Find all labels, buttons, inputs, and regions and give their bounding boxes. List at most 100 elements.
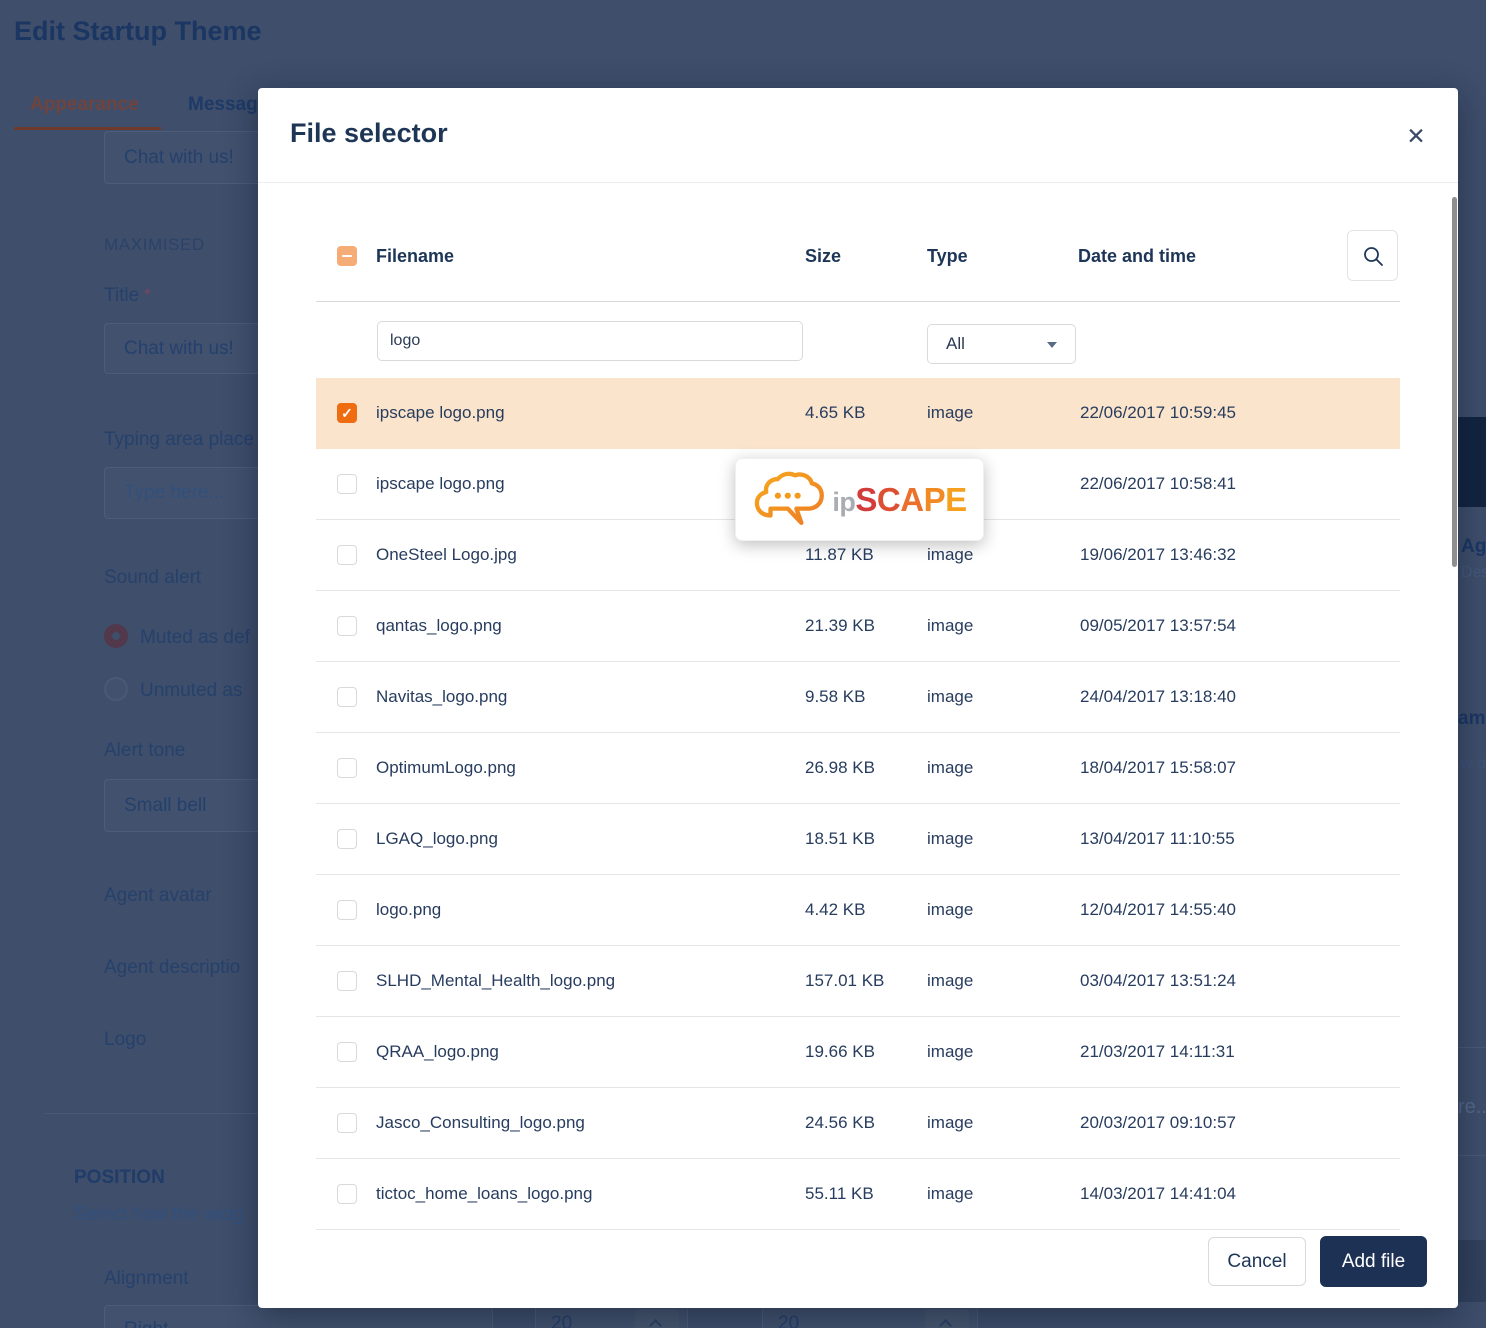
row-checkbox[interactable]: ✓: [337, 971, 357, 991]
radio-muted: [104, 624, 128, 648]
cell-filename: ipscape logo.png: [376, 403, 505, 422]
modal-title: File selector: [290, 118, 448, 148]
row-checkbox[interactable]: ✓: [337, 616, 357, 636]
preview-agent-name-fragment: Ag: [1461, 536, 1486, 557]
column-header-datetime[interactable]: Date and time: [1078, 230, 1196, 282]
row-checkbox[interactable]: ✓: [337, 545, 357, 565]
preview-footer-block: [1458, 1240, 1486, 1302]
table-header-rule: [316, 301, 1400, 302]
table-row[interactable]: ✓ Jasco_Consulting_logo.png 24.56 KB ima…: [316, 1088, 1400, 1159]
file-preview-tooltip: ipSCAPE: [735, 458, 984, 541]
cell-type: image: [927, 758, 974, 777]
cell-datetime: 12/04/2017 14:55:40: [1080, 900, 1236, 919]
position-heading: POSITION: [74, 1167, 165, 1188]
radio-muted-label: Muted as def: [140, 627, 250, 648]
check-icon: ✓: [341, 405, 353, 421]
stepper-up-icon: [635, 1309, 679, 1328]
row-checkbox[interactable]: ✓: [337, 900, 357, 920]
cell-type: image: [927, 829, 974, 848]
table-row[interactable]: ✓ ipscape logo.png 4.65 KB image 22/06/2…: [316, 378, 1400, 449]
preview-text-fragment-am: am: [1458, 708, 1486, 729]
section-label-maximised: MAXIMISED: [104, 235, 205, 254]
cell-filename: ipscape logo.png: [376, 474, 505, 493]
select-all-checkbox[interactable]: [337, 246, 357, 266]
chevron-down-icon: [1047, 342, 1057, 348]
minus-icon: [342, 255, 352, 257]
radio-unmuted-label: Unmuted as: [140, 680, 243, 701]
column-header-filename[interactable]: Filename: [376, 230, 454, 282]
row-checkbox[interactable]: ✓: [337, 403, 357, 423]
alignment-select: Right: [104, 1305, 493, 1328]
cell-filename: Jasco_Consulting_logo.png: [376, 1113, 585, 1132]
column-header-size[interactable]: Size: [805, 230, 841, 282]
table-row[interactable]: ✓ LGAQ_logo.png 18.51 KB image 13/04/201…: [316, 804, 1400, 875]
table-row[interactable]: ✓ SLHD_Mental_Health_logo.png 157.01 KB …: [316, 946, 1400, 1017]
row-checkbox[interactable]: ✓: [337, 474, 357, 494]
search-icon: [1363, 246, 1383, 266]
cell-filename: OptimumLogo.png: [376, 758, 516, 777]
table-row[interactable]: ✓ logo.png 4.42 KB image 12/04/2017 14:5…: [316, 875, 1400, 946]
search-button[interactable]: [1347, 230, 1398, 281]
row-checkbox[interactable]: ✓: [337, 758, 357, 778]
column-header-type[interactable]: Type: [927, 230, 968, 282]
cell-type: image: [927, 1113, 974, 1132]
cell-filename: QRAA_logo.png: [376, 1042, 499, 1061]
cell-size: 11.87 KB: [805, 545, 874, 564]
table-row[interactable]: ✓ qantas_logo.png 21.39 KB image 09/05/2…: [316, 591, 1400, 662]
table-row[interactable]: ✓ tictoc_home_loans_logo.png 55.11 KB im…: [316, 1159, 1400, 1230]
table-row[interactable]: ✓ Navitas_logo.png 9.58 KB image 24/04/2…: [316, 662, 1400, 733]
cell-type: image: [927, 616, 974, 635]
tab-messages: Messag: [188, 94, 258, 115]
modal-header-divider: [258, 182, 1458, 183]
modal-scrollbar-thumb[interactable]: [1452, 197, 1457, 567]
cell-filename: SLHD_Mental_Health_logo.png: [376, 971, 616, 990]
preview-divider-fragment: [1458, 1047, 1486, 1048]
cell-type: image: [927, 1184, 974, 1203]
row-checkbox[interactable]: ✓: [337, 829, 357, 849]
ipscape-logo-wordmark: ipSCAPE: [832, 480, 967, 518]
typing-area-label: Typing area place: [104, 429, 254, 450]
row-checkbox[interactable]: ✓: [337, 1042, 357, 1062]
cell-size: 4.65 KB: [805, 403, 866, 422]
cell-datetime: 13/04/2017 11:10:55: [1080, 829, 1235, 848]
type-filter-select[interactable]: All: [927, 324, 1076, 364]
add-file-button[interactable]: Add file: [1320, 1236, 1427, 1287]
cancel-button[interactable]: Cancel: [1208, 1237, 1306, 1286]
cell-type: image: [927, 687, 974, 706]
tab-appearance: Appearance: [30, 94, 139, 115]
cell-size: 9.58 KB: [805, 687, 866, 706]
close-icon[interactable]: ✕: [1398, 118, 1434, 154]
alignment-label: Alignment: [104, 1268, 189, 1289]
cell-filename: LGAQ_logo.png: [376, 829, 498, 848]
cell-filename: Navitas_logo.png: [376, 687, 508, 706]
cell-datetime: 20/03/2017 09:10:57: [1080, 1113, 1236, 1132]
cell-datetime: 14/03/2017 14:41:04: [1080, 1184, 1236, 1203]
spacing-value-1: 20: [551, 1313, 573, 1328]
section-divider: [45, 1113, 260, 1114]
cell-size: 19.66 KB: [805, 1042, 875, 1061]
cell-size: 18.51 KB: [805, 829, 875, 848]
cell-size: 55.11 KB: [805, 1184, 874, 1203]
table-row[interactable]: ✓ QRAA_logo.png 19.66 KB image 21/03/201…: [316, 1017, 1400, 1088]
logo-label: Logo: [104, 1029, 147, 1050]
preview-header-block: [1458, 417, 1486, 507]
cell-datetime: 09/05/2017 13:57:54: [1080, 616, 1236, 635]
cell-type: image: [927, 403, 974, 422]
cell-type: image: [927, 1042, 974, 1061]
required-asterisk: *: [144, 285, 151, 304]
preview-agent-desc-fragment: Des: [1461, 564, 1486, 581]
table-row[interactable]: ✓ OptimumLogo.png 26.98 KB image 18/04/2…: [316, 733, 1400, 804]
position-description: Select how the widg: [74, 1204, 243, 1225]
alert-tone-label: Alert tone: [104, 740, 186, 761]
row-checkbox[interactable]: ✓: [337, 1113, 357, 1133]
page-title: Edit Startup Theme: [14, 16, 262, 46]
row-checkbox[interactable]: ✓: [337, 1184, 357, 1204]
screen: Edit Startup Theme Appearance Messag Cha…: [0, 0, 1486, 1328]
agent-avatar-label: Agent avatar: [104, 885, 212, 906]
row-checkbox[interactable]: ✓: [337, 687, 357, 707]
filename-filter-input[interactable]: [377, 321, 803, 361]
tab-active-indicator: [14, 127, 161, 130]
cell-datetime: 22/06/2017 10:59:45: [1080, 403, 1236, 422]
sound-alert-label: Sound alert: [104, 567, 202, 588]
cell-filename: OneSteel Logo.jpg: [376, 545, 517, 564]
